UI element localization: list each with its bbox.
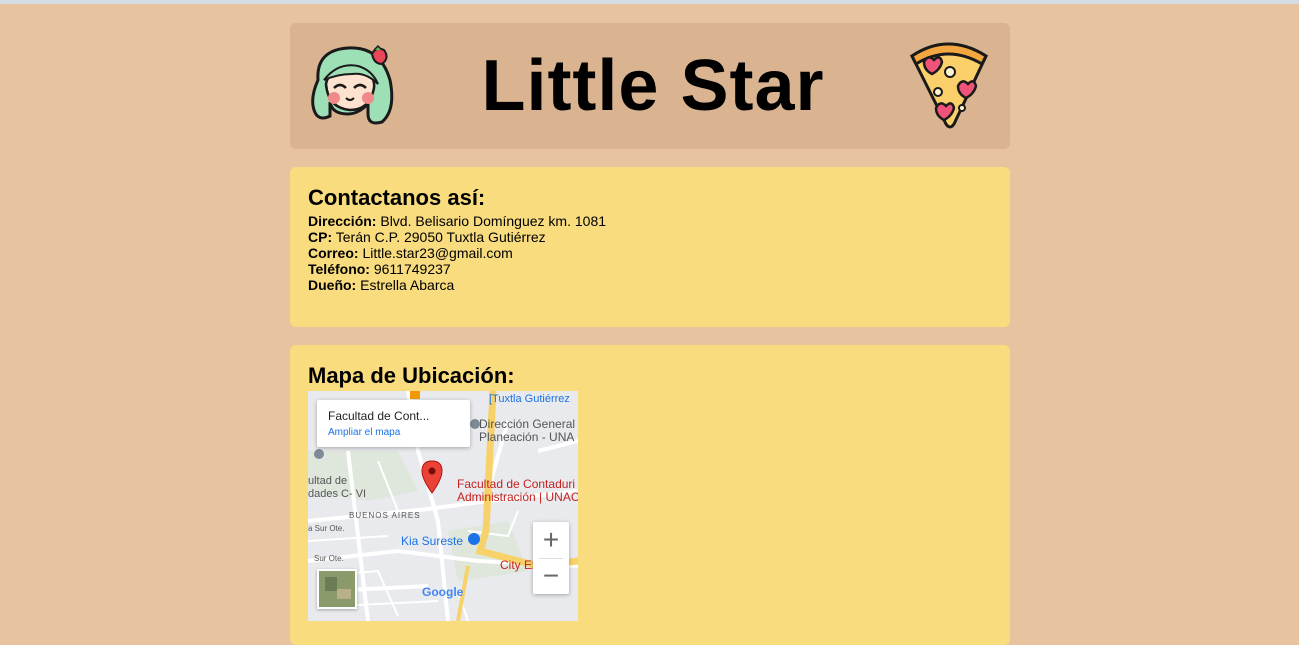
satellite-toggle-button[interactable] xyxy=(317,569,357,609)
map-label-facultad-2: Administración | UNAC xyxy=(457,490,578,504)
map-label-sur-2: Sur Ote. xyxy=(314,554,344,563)
owner-value: Estrella Abarca xyxy=(360,277,455,293)
map-label-kia: Kia Sureste xyxy=(401,534,464,548)
contact-row-owner: Dueño: Estrella Abarca xyxy=(308,277,992,293)
contact-row-address: Dirección: Blvd. Belisario Domínguez km.… xyxy=(308,213,992,229)
map-card: Mapa de Ubicación: [Tuxtla Gutiérrez Dir… xyxy=(290,345,1010,645)
embedded-map[interactable]: [Tuxtla Gutiérrez Dirección General Plan… xyxy=(308,391,578,621)
girl-avatar-icon xyxy=(308,40,400,133)
site-title: Little Star xyxy=(481,46,825,126)
map-label-direccion-1: Dirección General xyxy=(479,417,576,431)
phone-value: 9611749237 xyxy=(373,261,451,277)
map-label-sur-1: a Sur Ote. xyxy=(308,524,345,533)
map-label-ultad-1: ultad de xyxy=(308,475,348,487)
owner-label: Dueño: xyxy=(308,277,357,293)
contact-row-phone: Teléfono: 9611749237 xyxy=(308,261,992,277)
zoom-controls: + − xyxy=(533,522,569,594)
phone-label: Teléfono: xyxy=(308,261,370,277)
map-info-window: Facultad de Cont... Ampliar el mapa xyxy=(317,400,470,447)
site-header: Little Star xyxy=(290,23,1010,149)
map-label-ultad-2: dades C- VI xyxy=(308,488,367,500)
contact-heading: Contactanos así: xyxy=(308,185,486,210)
email-value: Little.star23@gmail.com xyxy=(362,245,513,261)
info-window-title: Facultad de Cont... xyxy=(328,409,430,423)
window-top-border xyxy=(0,0,1299,4)
map-heading: Mapa de Ubicación: xyxy=(308,363,515,388)
cp-value: Terán C.P. 29050 Tuxtla Gutiérrez xyxy=(335,229,546,245)
address-label: Dirección: xyxy=(308,213,377,229)
page-container: Little Star Contactanos así: Dirección: … xyxy=(290,23,1010,645)
map-label-direccion-2: Planeación - UNA xyxy=(479,430,575,444)
contact-card: Contactanos así: Dirección: Blvd. Belisa… xyxy=(290,167,1010,327)
contact-row-email: Correo: Little.star23@gmail.com xyxy=(308,245,992,261)
zoom-out-button[interactable]: − xyxy=(533,558,569,594)
pizza-hearts-icon xyxy=(906,38,992,135)
map-label-facultad-1: Facultad de Contaduri xyxy=(457,477,576,491)
email-label: Correo: xyxy=(308,245,359,261)
zoom-in-button[interactable]: + xyxy=(533,522,569,558)
google-logo: Google xyxy=(422,585,464,599)
enlarge-map-link[interactable]: Ampliar el mapa xyxy=(328,427,400,438)
contact-row-cp: CP: Terán C.P. 29050 Tuxtla Gutiérrez xyxy=(308,229,992,245)
map-label-buenos-aires: BUENOS AIRES xyxy=(349,511,421,520)
map-label-tuxtla: [Tuxtla Gutiérrez xyxy=(489,393,570,405)
address-value: Blvd. Belisario Domínguez km. 1081 xyxy=(380,213,607,229)
cp-label: CP: xyxy=(308,229,333,245)
